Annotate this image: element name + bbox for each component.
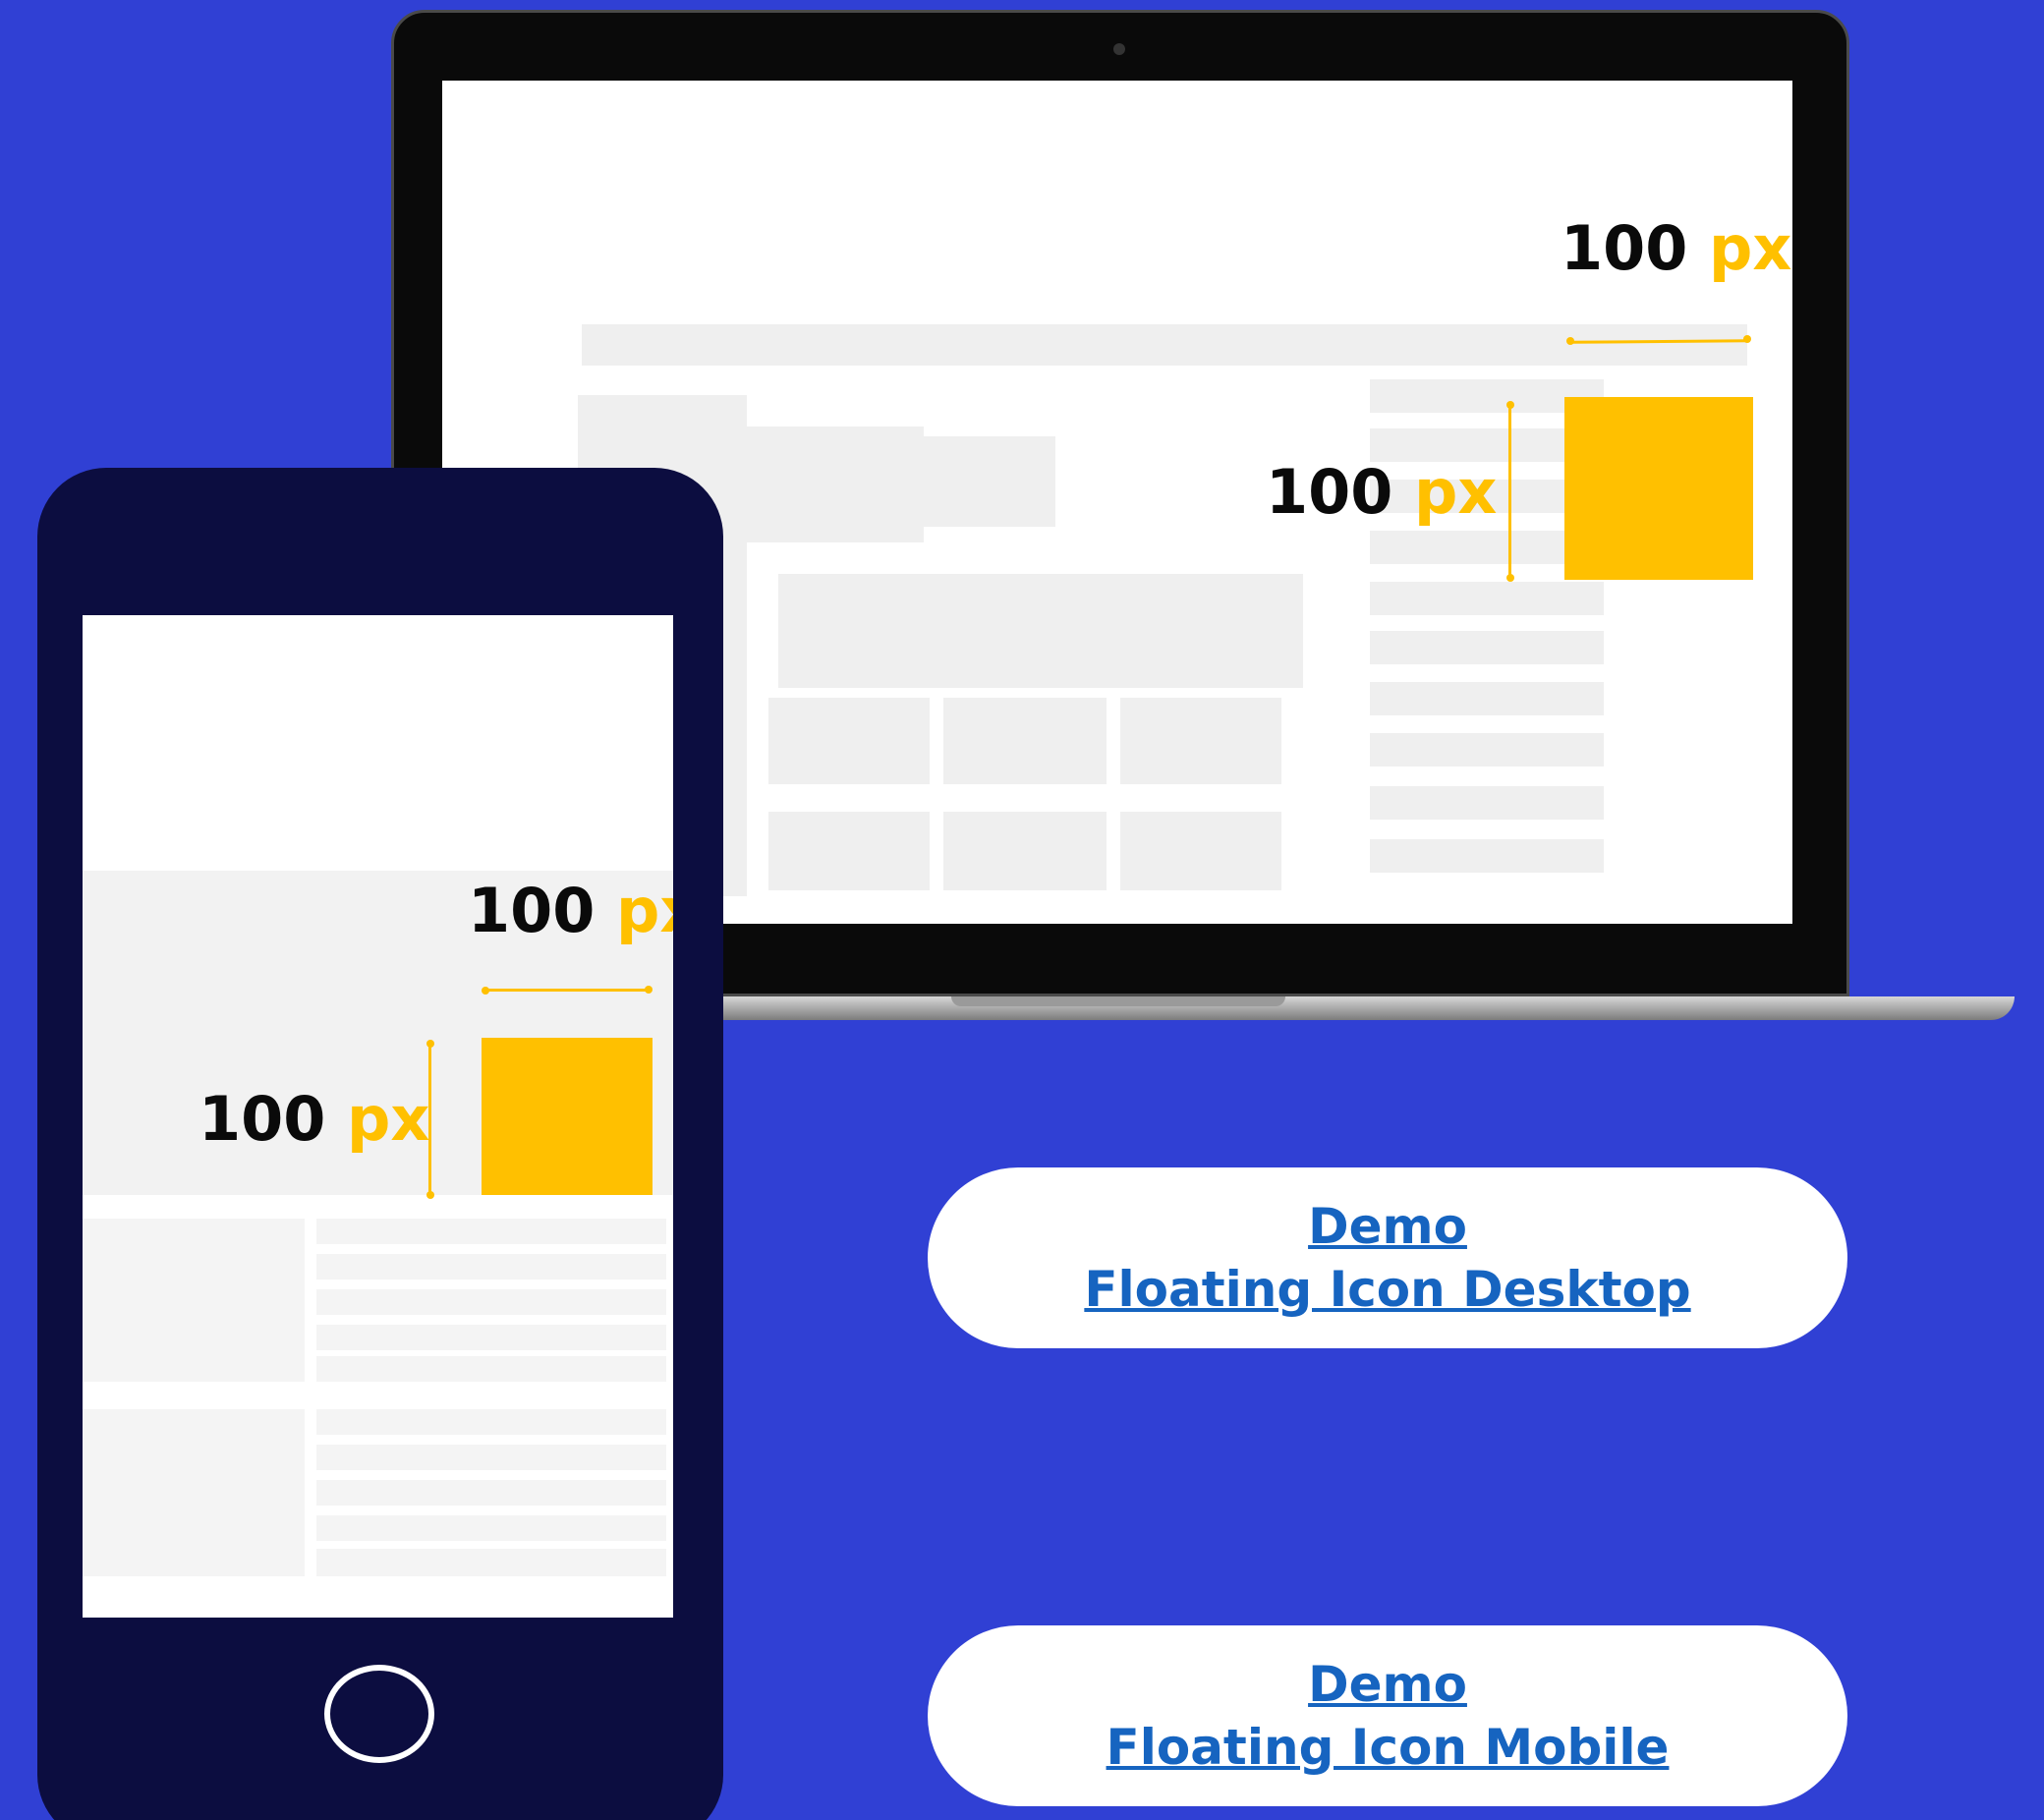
dimension-endpoint [1506, 401, 1514, 409]
wireframe-line [316, 1445, 666, 1470]
width-measure-label: 100 px [468, 881, 673, 941]
demo-desktop-button-line1: Demo [1308, 1198, 1467, 1255]
height-value: 100 [199, 1083, 326, 1155]
dimension-endpoint [1743, 335, 1751, 343]
wireframe-sidebar-line [1370, 786, 1604, 820]
height-dimension-line [428, 1044, 431, 1193]
wireframe-title-block [737, 427, 924, 542]
wireframe-card [943, 698, 1107, 784]
demo-mobile-button[interactable]: Demo Floating Icon Mobile [928, 1625, 1847, 1806]
dimension-endpoint [1506, 574, 1514, 582]
wireframe-sidebar-line [1370, 839, 1604, 873]
wireframe-card [768, 812, 930, 890]
dimension-endpoint [426, 1040, 434, 1048]
wireframe-title-extension [924, 436, 1055, 527]
wireframe-card [1120, 812, 1281, 890]
dimension-endpoint [426, 1191, 434, 1199]
width-unit: px [1709, 212, 1792, 284]
demo-mobile-button-line1: Demo [1308, 1656, 1467, 1713]
wireframe-header-bar [582, 324, 1747, 366]
wireframe-thumb [83, 1219, 305, 1382]
height-measure-label: 100 px [199, 1089, 429, 1150]
wireframe-card [1120, 698, 1281, 784]
wireframe-sidebar-line [1370, 631, 1604, 664]
dimension-endpoint [482, 987, 489, 995]
width-unit: px [616, 875, 673, 946]
dimension-endpoint [645, 986, 653, 994]
floating-icon-box [1564, 397, 1753, 580]
wireframe-line [316, 1515, 666, 1541]
height-dimension-line [1508, 405, 1511, 578]
demo-desktop-button[interactable]: Demo Floating Icon Desktop [928, 1167, 1847, 1348]
height-measure-label: 100 px [1266, 462, 1497, 523]
wireframe-sidebar-line [1370, 682, 1604, 715]
width-value: 100 [468, 875, 596, 946]
wireframe-card [943, 812, 1107, 890]
height-value: 100 [1266, 456, 1393, 528]
wireframe-thumb [83, 1409, 305, 1576]
wireframe-line [316, 1356, 666, 1382]
width-dimension-line [485, 989, 649, 992]
wireframe-sidebar-line [1370, 582, 1604, 615]
height-unit: px [1414, 456, 1498, 528]
phone-home-button[interactable] [324, 1665, 434, 1763]
height-unit: px [347, 1083, 430, 1155]
phone-screen: 100 px 100 px [83, 615, 673, 1618]
laptop-notch [951, 996, 1285, 1006]
wireframe-hero-block [778, 574, 1303, 688]
floating-icon-box [482, 1038, 653, 1195]
wireframe-card [768, 698, 930, 784]
dimension-endpoint [1566, 337, 1574, 345]
wireframe-line [316, 1289, 666, 1315]
wireframe-line [316, 1219, 666, 1244]
width-measure-label: 100 px [1561, 218, 1791, 279]
wireframe-line [316, 1480, 666, 1506]
wireframe-line [316, 1549, 666, 1576]
width-value: 100 [1561, 212, 1688, 284]
wireframe-line [316, 1409, 666, 1435]
wireframe-sidebar-line [1370, 733, 1604, 767]
laptop-camera [1113, 43, 1125, 55]
demo-desktop-button-line2: Floating Icon Desktop [1084, 1261, 1691, 1318]
demo-mobile-button-line2: Floating Icon Mobile [1106, 1719, 1670, 1776]
wireframe-line [316, 1254, 666, 1280]
wireframe-line [316, 1325, 666, 1350]
